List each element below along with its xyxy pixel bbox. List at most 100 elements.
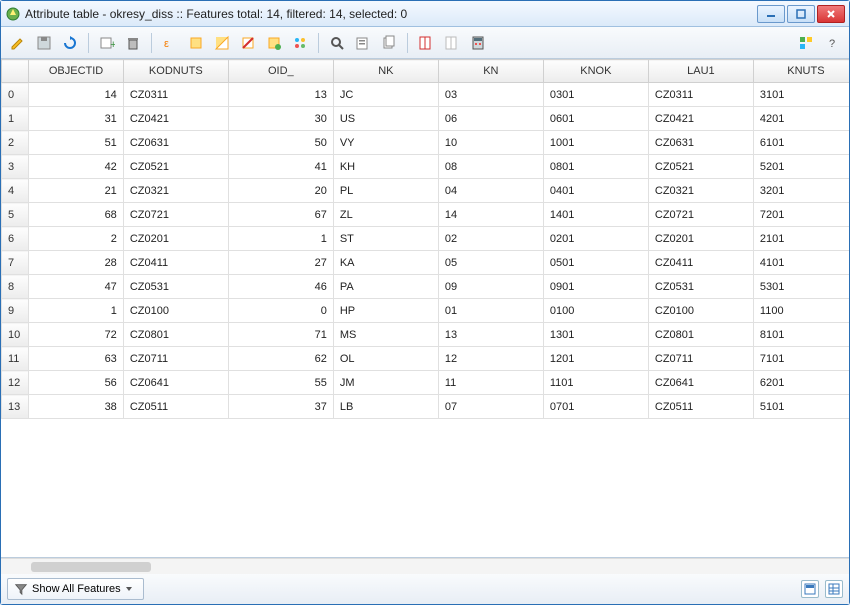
cell[interactable]: 0100 <box>543 299 648 323</box>
cell[interactable]: CZ0521 <box>648 155 753 179</box>
cell[interactable]: LB <box>333 395 438 419</box>
cell[interactable]: 1101 <box>543 371 648 395</box>
cell[interactable]: CZ0631 <box>123 131 228 155</box>
cell[interactable]: 0201 <box>543 227 648 251</box>
cell[interactable]: CZ0711 <box>123 347 228 371</box>
row-number-cell[interactable]: 11 <box>2 347 29 371</box>
cell[interactable]: CZ0521 <box>123 155 228 179</box>
row-number-cell[interactable]: 2 <box>2 131 29 155</box>
cell[interactable]: CZ0631 <box>648 131 753 155</box>
cell[interactable]: 27 <box>228 251 333 275</box>
deselect-icon[interactable] <box>237 32 259 54</box>
cell[interactable]: 5101 <box>753 395 849 419</box>
delete-column-icon[interactable] <box>441 32 463 54</box>
cell[interactable]: 10 <box>438 131 543 155</box>
cell[interactable]: 2 <box>29 227 124 251</box>
table-row[interactable]: 342CZ052141KH080801CZ0521520136 <box>2 155 850 179</box>
expression-select-icon[interactable]: ε <box>159 32 181 54</box>
cell[interactable]: 09 <box>438 275 543 299</box>
cell[interactable]: CZ0531 <box>123 275 228 299</box>
maximize-button[interactable] <box>787 5 815 23</box>
cell[interactable]: CZ0321 <box>648 179 753 203</box>
cell[interactable]: 5301 <box>753 275 849 299</box>
column-header[interactable]: KODNUTS <box>123 60 228 83</box>
row-number-cell[interactable]: 6 <box>2 227 29 251</box>
column-header[interactable]: KN <box>438 60 543 83</box>
column-header[interactable]: OBJECTID <box>29 60 124 83</box>
invert-selection-icon[interactable] <box>211 32 233 54</box>
cell[interactable]: 7201 <box>753 203 849 227</box>
column-header[interactable]: OID_ <box>228 60 333 83</box>
dock-icon[interactable] <box>795 32 817 54</box>
cell[interactable]: 0601 <box>543 107 648 131</box>
row-number-cell[interactable]: 4 <box>2 179 29 203</box>
cell[interactable]: 71 <box>228 323 333 347</box>
add-feature-icon[interactable]: + <box>96 32 118 54</box>
cell[interactable]: 0301 <box>543 83 648 107</box>
cell[interactable]: CZ0321 <box>123 179 228 203</box>
cell[interactable]: 68 <box>29 203 124 227</box>
cell[interactable]: CZ0201 <box>648 227 753 251</box>
column-header[interactable]: KNOK <box>543 60 648 83</box>
cell[interactable]: 1401 <box>543 203 648 227</box>
cell[interactable]: 56 <box>29 371 124 395</box>
cell[interactable]: 30 <box>228 107 333 131</box>
cell[interactable]: 72 <box>29 323 124 347</box>
cell[interactable]: 03 <box>438 83 543 107</box>
cell[interactable]: 0501 <box>543 251 648 275</box>
cell[interactable]: 0401 <box>543 179 648 203</box>
select-all-icon[interactable] <box>185 32 207 54</box>
cell[interactable]: CZ0531 <box>648 275 753 299</box>
cell[interactable]: PA <box>333 275 438 299</box>
cell[interactable]: 63 <box>29 347 124 371</box>
cell[interactable]: CZ0100 <box>123 299 228 323</box>
cell[interactable]: 0901 <box>543 275 648 299</box>
cell[interactable]: 7101 <box>753 347 849 371</box>
table-row[interactable]: 1338CZ051137LB070701CZ0511510135 <box>2 395 850 419</box>
cell[interactable]: 37 <box>228 395 333 419</box>
cell[interactable]: 04 <box>438 179 543 203</box>
cell[interactable]: 6201 <box>753 371 849 395</box>
cell[interactable]: 4101 <box>753 251 849 275</box>
cell[interactable]: OL <box>333 347 438 371</box>
help-icon[interactable]: ? <box>821 32 843 54</box>
cell[interactable]: 8101 <box>753 323 849 347</box>
column-header[interactable]: NK <box>333 60 438 83</box>
cell[interactable]: CZ0721 <box>123 203 228 227</box>
row-number-cell[interactable]: 1 <box>2 107 29 131</box>
close-button[interactable] <box>817 5 845 23</box>
cell[interactable]: ST <box>333 227 438 251</box>
cell[interactable]: 12 <box>438 347 543 371</box>
table-row[interactable]: 62CZ02011ST020201CZ0201210132 <box>2 227 850 251</box>
cell[interactable]: CZ0511 <box>123 395 228 419</box>
scrollbar-thumb[interactable] <box>31 562 151 572</box>
table-row[interactable]: 014CZ031113JC030301CZ0311310133 <box>2 83 850 107</box>
cell[interactable]: CZ0721 <box>648 203 753 227</box>
row-number-cell[interactable]: 8 <box>2 275 29 299</box>
titlebar[interactable]: Attribute table - okresy_diss :: Feature… <box>1 1 849 27</box>
table-row[interactable]: 91CZ01000HP010100CZ0100110031 <box>2 299 850 323</box>
cell[interactable]: 1001 <box>543 131 648 155</box>
column-header[interactable]: KNUTS <box>753 60 849 83</box>
row-number-header[interactable] <box>2 60 29 83</box>
cell[interactable]: 28 <box>29 251 124 275</box>
field-calculator-icon[interactable] <box>467 32 489 54</box>
cell[interactable]: 5201 <box>753 155 849 179</box>
move-selection-to-top-icon[interactable] <box>289 32 311 54</box>
cell[interactable]: CZ0711 <box>648 347 753 371</box>
cell[interactable]: 14 <box>438 203 543 227</box>
cell[interactable]: 41 <box>228 155 333 179</box>
table-row[interactable]: 728CZ041127KA050501CZ0411410134 <box>2 251 850 275</box>
row-number-cell[interactable]: 3 <box>2 155 29 179</box>
cell[interactable]: 67 <box>228 203 333 227</box>
reload-icon[interactable] <box>59 32 81 54</box>
cell[interactable]: 1100 <box>753 299 849 323</box>
cell[interactable]: CZ0421 <box>648 107 753 131</box>
row-number-cell[interactable]: 5 <box>2 203 29 227</box>
cell[interactable]: CZ0641 <box>123 371 228 395</box>
cell[interactable]: 07 <box>438 395 543 419</box>
row-number-cell[interactable]: 7 <box>2 251 29 275</box>
new-column-icon[interactable] <box>415 32 437 54</box>
row-number-cell[interactable]: 12 <box>2 371 29 395</box>
cell[interactable]: 0 <box>228 299 333 323</box>
